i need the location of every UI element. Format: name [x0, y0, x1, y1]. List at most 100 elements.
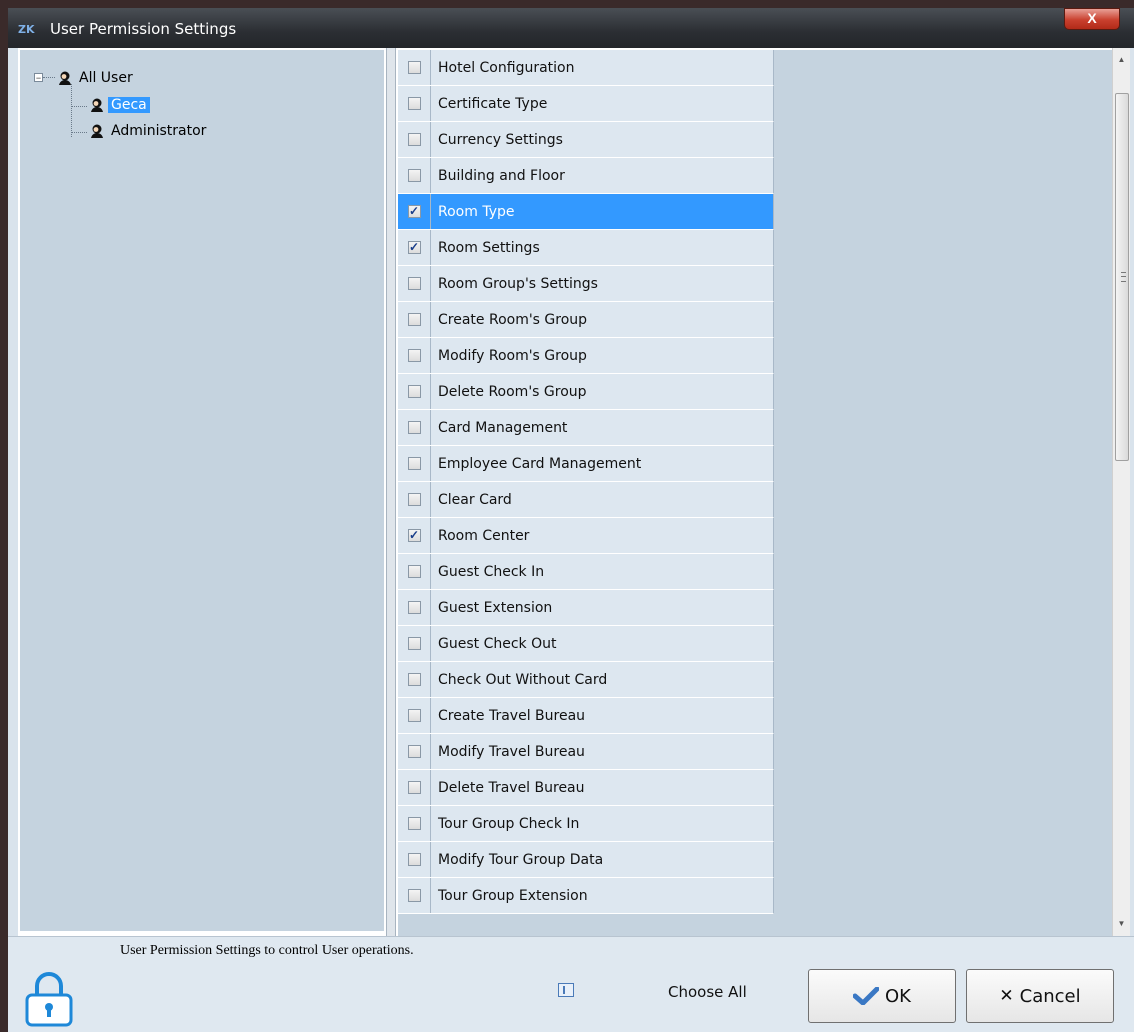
- permission-checkbox[interactable]: ✓: [407, 205, 421, 218]
- footer-bar: User Permission Settings to control User…: [8, 936, 1134, 1032]
- scroll-up-icon[interactable]: ▲: [1113, 52, 1130, 68]
- permission-checkbox[interactable]: ✓: [407, 241, 421, 254]
- permission-checkbox[interactable]: [407, 169, 421, 182]
- user-tree: − All User Geca Administrator: [20, 50, 384, 931]
- checkbox-cell: [398, 662, 431, 697]
- permission-list: Hotel Configuration Certificate Type Curre…: [398, 50, 774, 914]
- checkbox-cell: [398, 50, 431, 85]
- choose-all-label[interactable]: Choose All: [668, 983, 747, 1001]
- permission-row[interactable]: Modify Room's Group: [398, 338, 774, 374]
- checkbox-cell: [398, 734, 431, 769]
- grip-icon: [1121, 272, 1126, 282]
- checkbox-cell: [398, 122, 431, 157]
- checkbox-cell: ✓: [398, 230, 431, 265]
- permission-row[interactable]: Tour Group Extension: [398, 878, 774, 914]
- permission-label: Tour Group Extension: [438, 887, 588, 904]
- permission-label: Building and Floor: [438, 167, 565, 184]
- permission-checkbox[interactable]: [407, 601, 421, 614]
- checkbox-cell: [398, 806, 431, 841]
- permission-checkbox[interactable]: [407, 853, 421, 866]
- permission-row[interactable]: ✓ Room Settings: [398, 230, 774, 266]
- permission-row[interactable]: ✓ Room Center: [398, 518, 774, 554]
- permission-row[interactable]: Tour Group Check In: [398, 806, 774, 842]
- permission-row[interactable]: Guest Check Out: [398, 626, 774, 662]
- tree-node-administrator[interactable]: Administrator: [88, 122, 209, 140]
- permission-label: Currency Settings: [438, 131, 563, 148]
- close-button[interactable]: X: [1064, 8, 1120, 30]
- permission-row[interactable]: Certificate Type: [398, 86, 774, 122]
- cancel-button[interactable]: ✕ Cancel: [966, 969, 1114, 1023]
- user-icon: [91, 98, 103, 112]
- checkbox-cell: [398, 86, 431, 121]
- permission-label: Create Room's Group: [438, 311, 588, 328]
- permission-checkbox[interactable]: [407, 493, 421, 506]
- title-bar[interactable]: ZK User Permission Settings X: [8, 8, 1134, 48]
- checkbox-cell: [398, 626, 431, 661]
- permission-row[interactable]: Currency Settings: [398, 122, 774, 158]
- collapse-toggle[interactable]: −: [34, 73, 43, 83]
- permission-row[interactable]: Create Travel Bureau: [398, 698, 774, 734]
- permission-label: Modify Tour Group Data: [438, 851, 604, 868]
- permission-row[interactable]: Hotel Configuration: [398, 50, 774, 86]
- permission-checkbox[interactable]: [407, 745, 421, 758]
- permission-checkbox[interactable]: [407, 709, 421, 722]
- permission-checkbox[interactable]: [407, 133, 421, 146]
- tree-node-all-user[interactable]: All User: [56, 69, 136, 87]
- permission-checkbox[interactable]: [407, 61, 421, 74]
- permission-checkbox[interactable]: [407, 673, 421, 686]
- checkbox-cell: [398, 770, 431, 805]
- permission-row[interactable]: Modify Travel Bureau: [398, 734, 774, 770]
- permission-row[interactable]: Create Room's Group: [398, 302, 774, 338]
- window-title: User Permission Settings: [50, 20, 237, 38]
- checkbox-cell: [398, 374, 431, 409]
- permission-row[interactable]: Guest Extension: [398, 590, 774, 626]
- permission-row[interactable]: ✓ Room Type: [398, 194, 774, 230]
- permission-label: Certificate Type: [438, 95, 548, 112]
- permission-checkbox[interactable]: [407, 313, 421, 326]
- permission-label: Room Settings: [438, 239, 540, 256]
- ok-button[interactable]: OK: [808, 969, 956, 1023]
- tree-node-geca[interactable]: Geca: [88, 96, 150, 114]
- permission-label: Modify Room's Group: [438, 347, 587, 364]
- permission-checkbox[interactable]: [407, 97, 421, 110]
- permission-checkbox[interactable]: [407, 817, 421, 830]
- permission-checkbox[interactable]: [407, 385, 421, 398]
- permission-row[interactable]: Guest Check In: [398, 554, 774, 590]
- permission-checkbox[interactable]: [407, 637, 421, 650]
- checkbox-cell: [398, 302, 431, 337]
- checkmark-icon: [853, 987, 879, 1005]
- permission-label: Tour Group Check In: [438, 815, 580, 832]
- permission-checkbox[interactable]: ✓: [407, 529, 421, 542]
- permission-row[interactable]: Delete Travel Bureau: [398, 770, 774, 806]
- permission-checkbox[interactable]: [407, 781, 421, 794]
- content-area: − All User Geca Administrator Hotel Conf…: [18, 48, 1130, 936]
- tree-connector: [43, 77, 55, 78]
- permission-row[interactable]: Modify Tour Group Data: [398, 842, 774, 878]
- lock-icon: [25, 972, 73, 1027]
- permission-row[interactable]: Room Group's Settings: [398, 266, 774, 302]
- permission-row[interactable]: Card Management: [398, 410, 774, 446]
- permission-label: Delete Room's Group: [438, 383, 587, 400]
- vertical-scrollbar[interactable]: ▲ ▼: [1112, 48, 1130, 936]
- scroll-down-icon[interactable]: ▼: [1113, 916, 1130, 932]
- checkbox-cell: [398, 590, 431, 625]
- permission-label: Guest Extension: [438, 599, 553, 616]
- permission-row[interactable]: Check Out Without Card: [398, 662, 774, 698]
- choose-all-icon[interactable]: [558, 983, 574, 997]
- permission-label: Guest Check In: [438, 563, 545, 580]
- footer-description: User Permission Settings to control User…: [120, 943, 414, 958]
- permission-checkbox[interactable]: [407, 421, 421, 434]
- permission-checkbox[interactable]: [407, 889, 421, 902]
- scroll-thumb[interactable]: [1115, 93, 1129, 461]
- permission-checkbox[interactable]: [407, 349, 421, 362]
- permission-row[interactable]: Employee Card Management: [398, 446, 774, 482]
- permission-row[interactable]: Clear Card: [398, 482, 774, 518]
- user-permission-window: ZK User Permission Settings X − All User…: [8, 8, 1134, 1032]
- permission-checkbox[interactable]: [407, 457, 421, 470]
- panel-splitter[interactable]: [386, 48, 396, 936]
- permission-row[interactable]: Building and Floor: [398, 158, 774, 194]
- permission-checkbox[interactable]: [407, 277, 421, 290]
- permission-row[interactable]: Delete Room's Group: [398, 374, 774, 410]
- checkbox-cell: [398, 410, 431, 445]
- permission-checkbox[interactable]: [407, 565, 421, 578]
